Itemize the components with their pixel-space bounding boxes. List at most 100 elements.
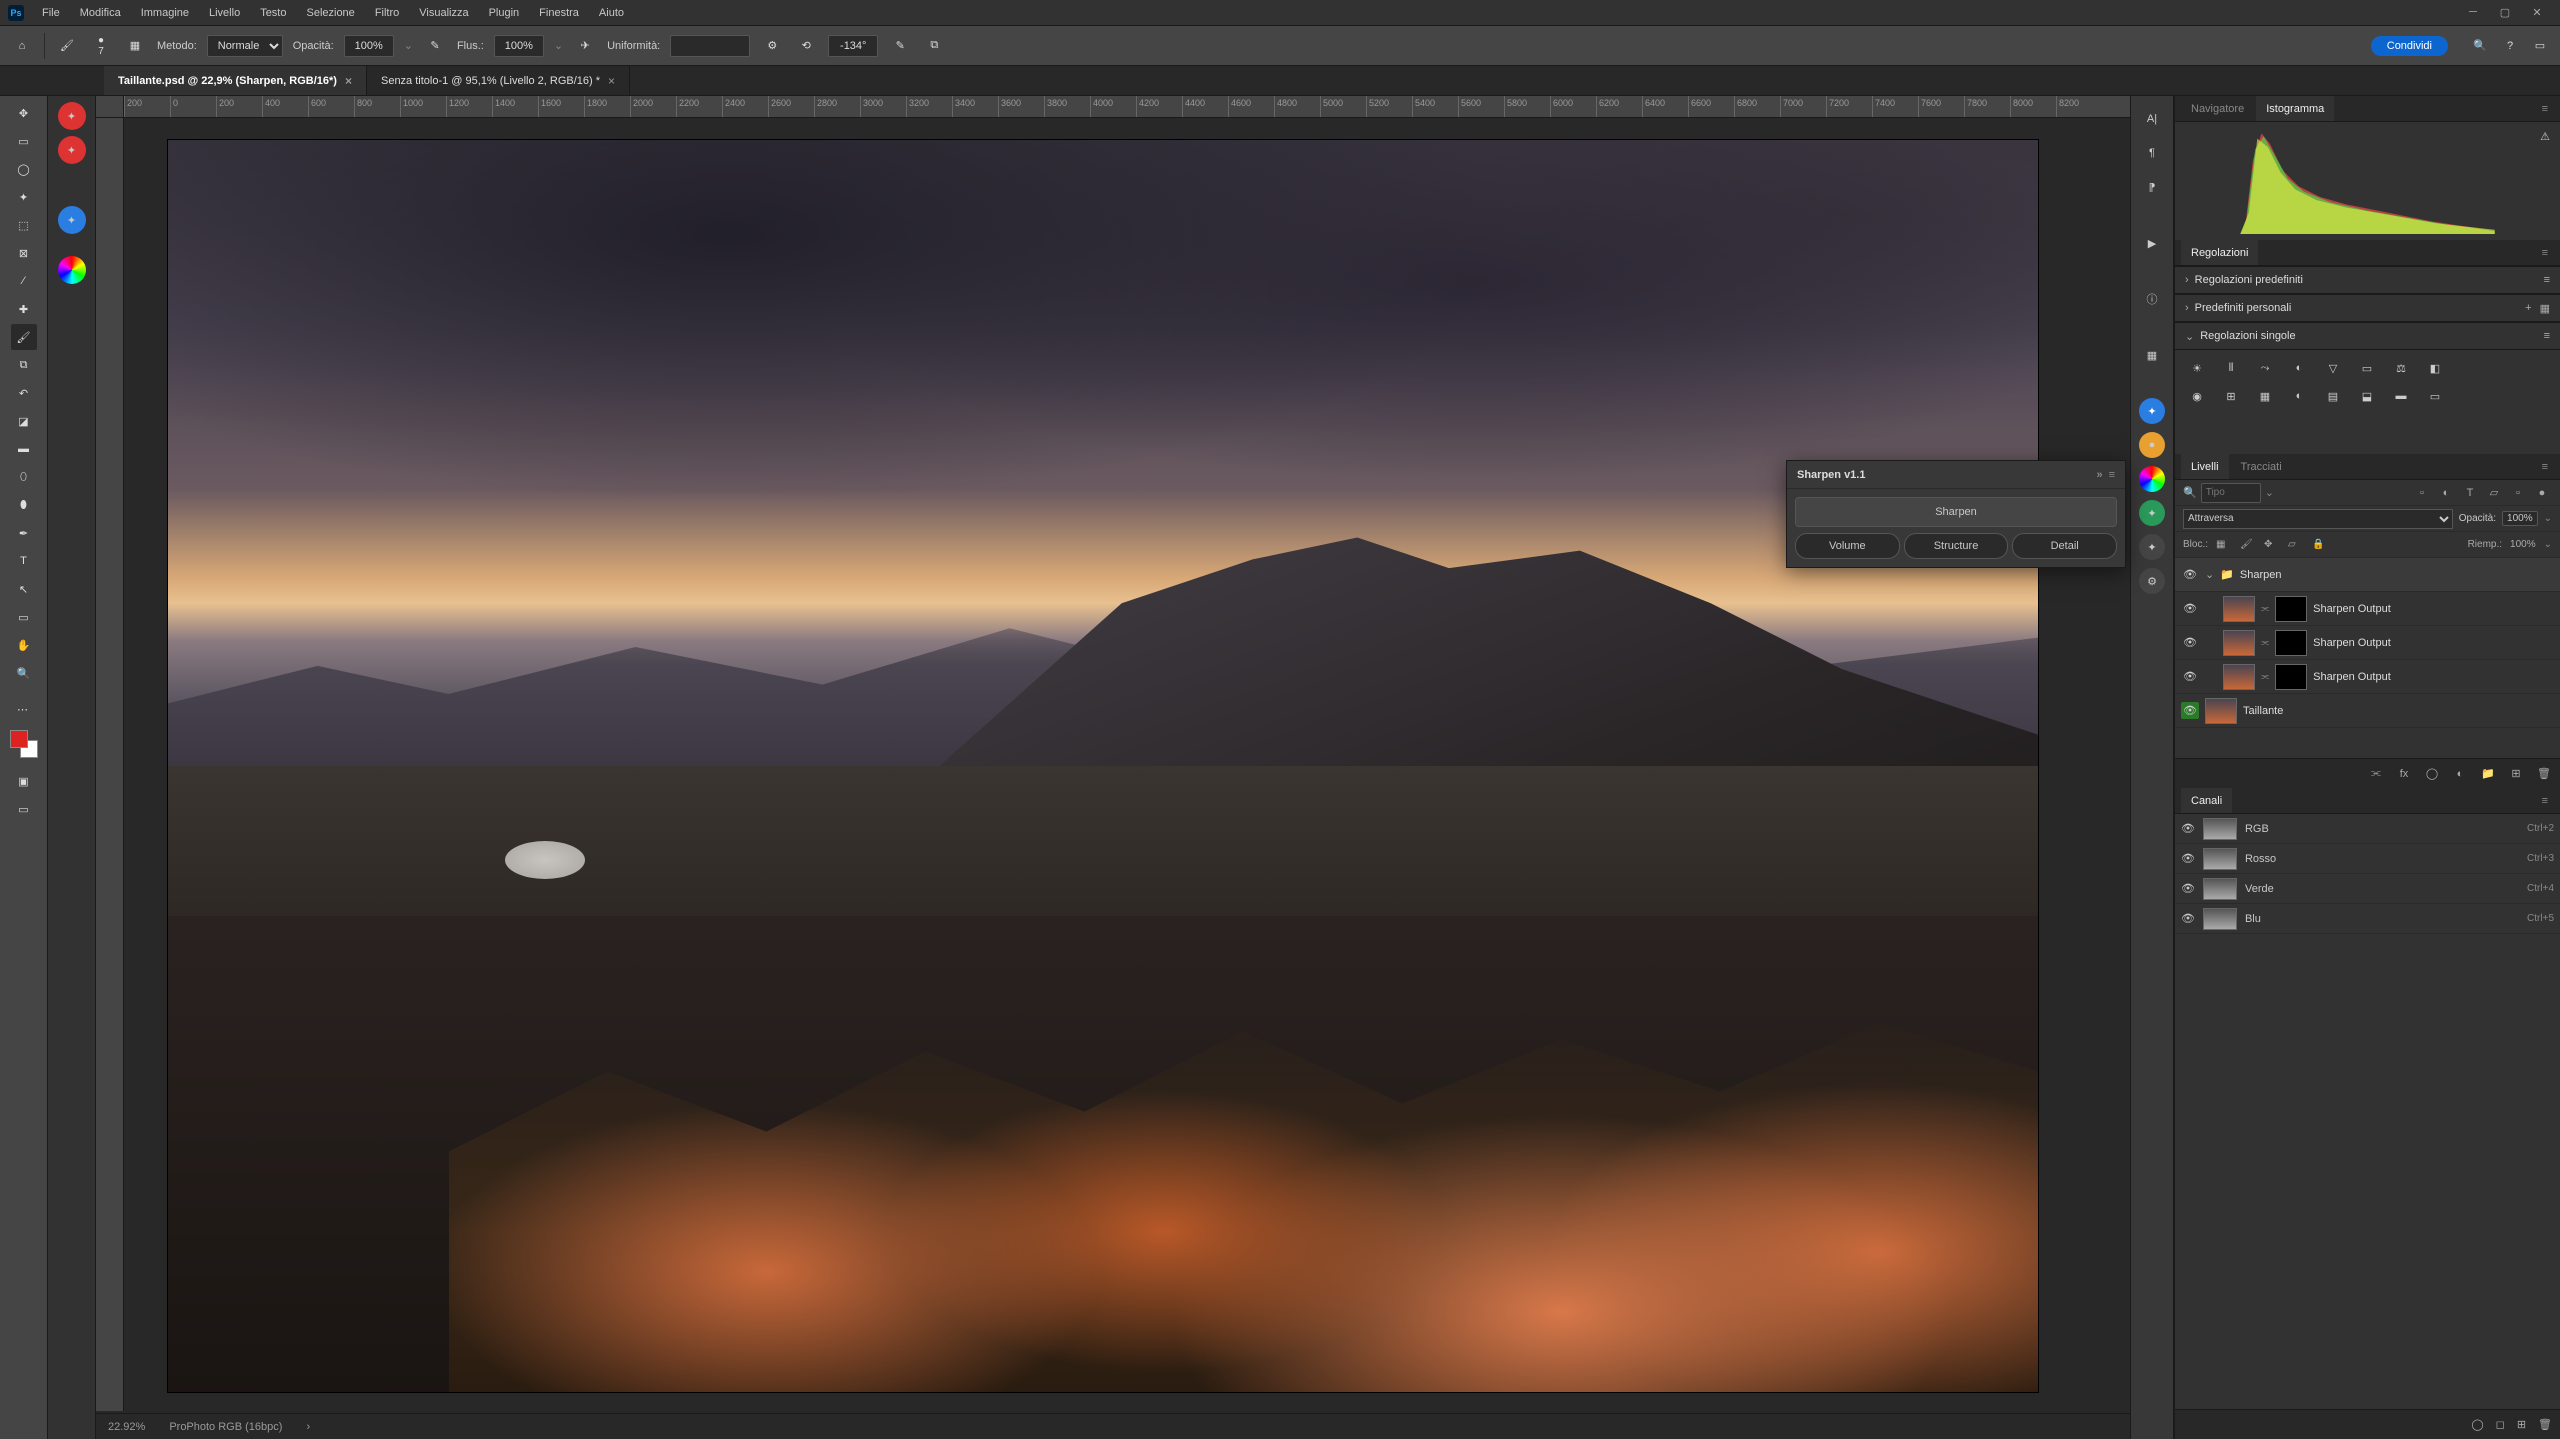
channel-mixer-adj-icon[interactable]: ⊞ <box>2219 386 2243 406</box>
panel-menu-icon[interactable]: ≡ <box>2536 461 2554 473</box>
close-icon[interactable]: × <box>345 74 352 88</box>
brush-preset[interactable]: ●7 <box>89 34 113 58</box>
add-icon[interactable]: + <box>2525 302 2531 315</box>
new-adj-icon[interactable]: ◐ <box>2452 768 2468 780</box>
visibility-icon[interactable]: 👁 <box>2181 852 2195 865</box>
wand-tool[interactable]: ✦ <box>11 184 37 210</box>
panel-menu-icon[interactable]: ≡ <box>2536 795 2554 807</box>
color-swatches[interactable] <box>10 730 38 758</box>
filter-adj-icon[interactable]: ◐ <box>2436 484 2456 502</box>
link-layers-icon[interactable]: ⫘ <box>2368 767 2384 780</box>
menu-view[interactable]: Visualizza <box>409 0 478 25</box>
edit-toolbar[interactable]: ⋯ <box>11 696 37 722</box>
tab-histogram[interactable]: Istogramma <box>2256 96 2334 121</box>
opacity-input[interactable]: 100% <box>344 35 394 57</box>
info-panel-icon[interactable]: ⓘ <box>2139 286 2165 312</box>
menu-image[interactable]: Immagine <box>131 0 199 25</box>
menu-plugin[interactable]: Plugin <box>479 0 530 25</box>
layer-taillante[interactable]: 👁 Taillante <box>2175 694 2560 728</box>
filter-shape-icon[interactable]: ▱ <box>2484 484 2504 502</box>
canvas[interactable] <box>168 140 2038 1392</box>
menu-text[interactable]: Testo <box>250 0 296 25</box>
panel-menu-icon[interactable]: ≡ <box>2536 103 2554 115</box>
layer-thumbnail[interactable] <box>2223 664 2255 690</box>
ruler-vertical[interactable] <box>96 118 124 1411</box>
pressure-size-icon[interactable]: ✎ <box>888 34 912 58</box>
opacity-dropdown[interactable]: ⌄ <box>404 39 413 52</box>
status-arrow-icon[interactable]: › <box>306 1421 310 1433</box>
blend-mode-select[interactable]: Attraversa <box>2183 509 2453 529</box>
workspace-icon[interactable]: ▭ <box>2530 36 2550 56</box>
plugin-icon-2[interactable]: ● <box>2139 432 2165 458</box>
delete-icon[interactable]: 🗑 <box>2536 767 2552 780</box>
sharpen-tab-volume[interactable]: Volume <box>1795 533 1900 559</box>
exposure-adj-icon[interactable]: ◐ <box>2287 358 2311 378</box>
tab-navigator[interactable]: Navigatore <box>2181 96 2254 121</box>
gradient-map-adj-icon[interactable]: ▬ <box>2389 386 2413 406</box>
frame-tool[interactable]: ⊠ <box>11 240 37 266</box>
hue-adj-icon[interactable]: ▭ <box>2355 358 2379 378</box>
layer-mask[interactable] <box>2275 630 2307 656</box>
channel-rgb[interactable]: 👁RGBCtrl+2 <box>2175 814 2560 844</box>
posterize-adj-icon[interactable]: ▤ <box>2321 386 2345 406</box>
pen-tool[interactable]: ✒ <box>11 520 37 546</box>
layer-thumbnail[interactable] <box>2223 630 2255 656</box>
paragraph-panel-icon[interactable]: ¶ <box>2139 140 2165 166</box>
angle-input[interactable]: -134° <box>828 35 878 57</box>
layer-group-sharpen[interactable]: 👁 ⌄ 📁 Sharpen <box>2175 558 2560 592</box>
glyph-panel-icon[interactable]: ⁋ <box>2139 174 2165 200</box>
plugin-icon-5[interactable]: ✦ <box>2139 534 2165 560</box>
flow-input[interactable]: 100% <box>494 35 544 57</box>
plugin-color-icon[interactable] <box>58 256 86 284</box>
curves-adj-icon[interactable]: ⤳ <box>2253 358 2277 378</box>
flow-dropdown[interactable]: ⌄ <box>554 39 563 52</box>
new-layer-icon[interactable]: ⊞ <box>2508 767 2524 780</box>
list-view-icon[interactable]: ≡ <box>2544 274 2550 286</box>
preset-adjustments-header[interactable]: › Regolazioni predefiniti ≡ <box>2175 266 2560 294</box>
layer-opacity-input[interactable]: 100% <box>2502 511 2538 526</box>
dodge-tool[interactable]: ⬮ <box>11 492 37 518</box>
tab-document-2[interactable]: Senza titolo-1 @ 95,1% (Livello 2, RGB/1… <box>367 66 630 95</box>
layers-panel-icon[interactable]: ▦ <box>2139 342 2165 368</box>
gradient-tool[interactable]: ▬ <box>11 436 37 462</box>
menu-selection[interactable]: Selezione <box>296 0 364 25</box>
smoothing-options-icon[interactable]: ⚙ <box>760 34 784 58</box>
hand-tool[interactable]: ✋ <box>11 632 37 658</box>
sharpen-plugin-panel[interactable]: Sharpen v1.1 »≡ Sharpen Volume Structure… <box>1786 460 2126 568</box>
blend-mode-select[interactable]: Normale <box>207 35 283 57</box>
sharpen-panel-header[interactable]: Sharpen v1.1 »≡ <box>1787 461 2125 489</box>
tab-adjustments[interactable]: Regolazioni <box>2181 240 2258 265</box>
lock-position-icon[interactable]: ✥ <box>2264 539 2280 550</box>
plugin-red2-icon[interactable]: ✦ <box>58 136 86 164</box>
share-button[interactable]: Condividi <box>2371 36 2448 56</box>
visibility-icon[interactable]: 👁 <box>2181 568 2199 581</box>
layer-mask[interactable] <box>2275 664 2307 690</box>
filter-smart-icon[interactable]: ▫ <box>2508 484 2528 502</box>
plugin-icon-6[interactable]: ⚙ <box>2139 568 2165 594</box>
lock-paint-icon[interactable]: 🖌 <box>2240 539 2256 550</box>
lock-all-icon[interactable]: 🔒 <box>2312 539 2328 550</box>
search-icon[interactable]: 🔍 <box>2470 36 2490 56</box>
zoom-tool[interactable]: 🔍 <box>11 660 37 686</box>
photo-filter-adj-icon[interactable]: ◉ <box>2185 386 2209 406</box>
tab-layers[interactable]: Livelli <box>2181 454 2229 479</box>
actions-panel-icon[interactable]: ▶ <box>2139 230 2165 256</box>
selective-color-adj-icon[interactable]: ▭ <box>2423 386 2447 406</box>
layer-mask[interactable] <box>2275 596 2307 622</box>
link-icon[interactable]: ⫘ <box>2261 671 2269 682</box>
brush-tool[interactable]: 🖌 <box>11 324 37 350</box>
minimize-button[interactable]: ─ <box>2464 6 2482 19</box>
channel-red[interactable]: 👁RossoCtrl+3 <box>2175 844 2560 874</box>
plugin-blue-icon[interactable]: ✦ <box>58 206 86 234</box>
levels-adj-icon[interactable]: ⫴ <box>2219 358 2243 378</box>
shape-tool[interactable]: ▭ <box>11 604 37 630</box>
smoothing-input[interactable] <box>670 35 750 57</box>
menu-help[interactable]: Aiuto <box>589 0 634 25</box>
sharpen-main-button[interactable]: Sharpen <box>1795 497 2117 527</box>
plugin-icon-3[interactable] <box>2139 466 2165 492</box>
crop-tool[interactable]: ⬚ <box>11 212 37 238</box>
invert-adj-icon[interactable]: ◐ <box>2287 386 2311 406</box>
chevron-down-icon[interactable]: ⌄ <box>2205 568 2214 581</box>
sharpen-tab-detail[interactable]: Detail <box>2012 533 2117 559</box>
channel-green[interactable]: 👁VerdeCtrl+4 <box>2175 874 2560 904</box>
